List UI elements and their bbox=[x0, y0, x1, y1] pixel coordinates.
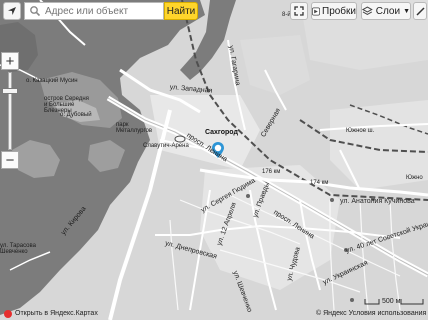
zoom-out-button[interactable]: − bbox=[1, 151, 19, 169]
zoom-control: + − bbox=[1, 52, 19, 172]
traffic-label: Пробки bbox=[322, 5, 356, 17]
scale-ruler-icon bbox=[364, 299, 380, 305]
yandex-logo-icon bbox=[4, 310, 12, 318]
district-label: Сахгород bbox=[205, 129, 238, 136]
search-input[interactable] bbox=[45, 3, 159, 19]
island-label: о. Казацкий Мусин bbox=[26, 78, 78, 84]
zoom-slider-thumb[interactable] bbox=[2, 88, 18, 94]
ruler-button[interactable] bbox=[413, 2, 427, 20]
zoom-slider-track[interactable] bbox=[8, 72, 12, 150]
zoom-in-button[interactable]: + bbox=[1, 52, 19, 70]
scale-label: 500 м bbox=[382, 298, 401, 305]
scale-line-icon bbox=[400, 299, 424, 305]
locate-arrow-icon bbox=[8, 7, 16, 15]
layers-label: Слои bbox=[375, 5, 401, 17]
park-label: парк Металлургов bbox=[116, 122, 153, 134]
find-button[interactable]: Найти bbox=[164, 2, 198, 20]
traffic-icon bbox=[312, 7, 320, 15]
street-anatolia-label: ул. Анатолия Кучинова bbox=[340, 198, 415, 205]
km-label: 176 км bbox=[262, 169, 281, 175]
search-box[interactable] bbox=[24, 2, 164, 20]
fullscreen-icon bbox=[294, 6, 304, 16]
map-canvas[interactable]: 8-й пос. о. Казацкий Мусин о. Дубовый ос… bbox=[0, 0, 428, 320]
traffic-button[interactable]: Пробки bbox=[311, 2, 357, 20]
park-left-label: ул. Тарасова Шевченко bbox=[0, 243, 36, 255]
map-footer: Открыть в Яндекс.Картах © Яндекс Условия… bbox=[0, 308, 428, 320]
south-label: Южное ш. bbox=[346, 128, 375, 134]
search-icon bbox=[30, 6, 41, 17]
copyright-terms[interactable]: © Яндекс Условия использования bbox=[316, 310, 426, 317]
chevron-down-icon: ▼ bbox=[403, 7, 410, 15]
layers-icon bbox=[362, 6, 373, 15]
open-in-yandex-link[interactable]: Открыть в Яндекс.Картах bbox=[15, 310, 98, 317]
islands-label: остров Середня и Большие Блезнеры bbox=[44, 96, 89, 114]
metro-label: Славутич-Арена bbox=[143, 143, 189, 149]
scale-bar: 500 м bbox=[364, 296, 426, 308]
locate-button[interactable] bbox=[3, 2, 21, 20]
layers-button[interactable]: Слои ▼ bbox=[361, 2, 411, 20]
km2-label: 174 км bbox=[310, 180, 329, 186]
east-road-label: Южно bbox=[406, 175, 423, 181]
fullscreen-button[interactable] bbox=[290, 2, 308, 20]
map-graphics bbox=[0, 0, 428, 320]
ruler-icon bbox=[415, 6, 425, 16]
map-toolbar: Найти Пробки Слои ▼ bbox=[0, 0, 428, 22]
